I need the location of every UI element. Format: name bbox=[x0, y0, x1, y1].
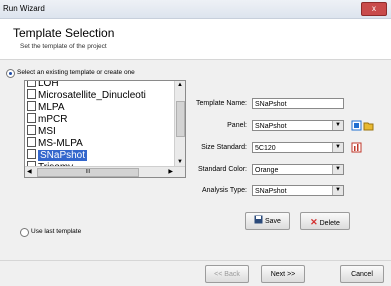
template-file-icon bbox=[27, 149, 36, 159]
back-button-label: << Back bbox=[214, 271, 240, 278]
use-last-template-label: Use last template bbox=[31, 228, 82, 235]
delete-button[interactable]: ✕ Delete bbox=[300, 212, 350, 230]
window-title: Run Wizard bbox=[3, 4, 45, 13]
standard-color-label: Standard Color: bbox=[197, 166, 247, 173]
template-name-label: Template Name: bbox=[196, 100, 247, 107]
save-button[interactable]: Save bbox=[245, 212, 290, 230]
close-button[interactable]: x bbox=[361, 2, 387, 16]
analysis-type-select[interactable]: SNaPshot ▼ bbox=[252, 185, 344, 196]
template-file-icon bbox=[27, 125, 36, 135]
template-list-hscroll[interactable]: ◀ III ▶ bbox=[25, 166, 185, 177]
template-list-item-label: MSI bbox=[38, 126, 56, 137]
analysis-type-value: SNaPshot bbox=[255, 188, 287, 195]
back-button[interactable]: << Back bbox=[205, 265, 249, 283]
chevron-down-icon[interactable]: ▼ bbox=[332, 165, 343, 174]
template-list-item[interactable]: MSI bbox=[27, 125, 56, 137]
template-name-input[interactable]: SNaPshot bbox=[252, 98, 344, 109]
template-list-item[interactable]: LOH bbox=[27, 80, 59, 89]
open-folder-icon[interactable] bbox=[363, 120, 374, 131]
template-list-item-label: SNaPshot bbox=[38, 150, 88, 161]
template-list-item[interactable]: SNaPshot bbox=[27, 149, 88, 161]
template-list-item-label: MS-MLPA bbox=[38, 138, 83, 149]
chevron-down-icon[interactable]: ▼ bbox=[332, 143, 343, 152]
template-list-item[interactable]: MLPA bbox=[27, 101, 65, 113]
save-button-label: Save bbox=[264, 218, 281, 225]
template-file-icon bbox=[27, 89, 36, 99]
scroll-up-icon[interactable]: ▲ bbox=[177, 82, 183, 88]
wizard-footer: << Back Next >> Cancel bbox=[0, 260, 391, 286]
wizard-content: Select an existing template or create on… bbox=[0, 60, 391, 260]
size-standard-value: 5C120 bbox=[255, 145, 276, 152]
standard-color-select[interactable]: Orange ▼ bbox=[252, 164, 344, 175]
template-list-item[interactable]: Microsatellite_Dinucleoti bbox=[27, 89, 146, 101]
delete-button-label: Delete bbox=[319, 220, 340, 227]
panel-label: Panel: bbox=[227, 122, 247, 129]
size-standard-chart-icon[interactable] bbox=[351, 142, 362, 153]
template-list-item[interactable]: MS-MLPA bbox=[27, 137, 83, 149]
use-last-template-radio[interactable] bbox=[20, 228, 29, 237]
template-file-icon bbox=[27, 113, 36, 123]
next-button-label: Next >> bbox=[270, 271, 296, 278]
scroll-left-icon[interactable]: ◀ bbox=[27, 168, 32, 175]
analysis-type-label: Analysis Type: bbox=[201, 187, 247, 194]
template-file-icon bbox=[27, 101, 36, 111]
chevron-down-icon[interactable]: ▼ bbox=[332, 121, 343, 130]
scroll-down-icon[interactable]: ▼ bbox=[177, 159, 183, 165]
page-subtitle: Set the template of the project bbox=[20, 43, 107, 50]
panel-select[interactable]: SNaPshot ▼ bbox=[252, 120, 344, 131]
size-standard-label: Size Standard: bbox=[201, 144, 247, 151]
title-bar: Run Wizard x bbox=[0, 0, 391, 19]
template-list-item-label: mPCR bbox=[38, 114, 68, 125]
cancel-button[interactable]: Cancel bbox=[340, 265, 384, 283]
template-file-icon bbox=[27, 81, 36, 87]
page-title: Template Selection bbox=[13, 26, 115, 40]
cancel-button-label: Cancel bbox=[351, 271, 373, 278]
template-file-icon bbox=[27, 137, 36, 147]
template-list-item[interactable]: mPCR bbox=[27, 113, 67, 125]
template-list[interactable]: LOH Microsatellite_Dinucleoti MLPA mPCR MSI M… bbox=[24, 80, 186, 178]
template-list-item-label: LOH bbox=[38, 80, 59, 89]
chevron-down-icon[interactable]: ▼ bbox=[332, 186, 343, 195]
template-list-item-label: MLPA bbox=[38, 102, 65, 113]
wizard-header: Template Selection Set the template of t… bbox=[0, 19, 391, 60]
hscroll-thumb[interactable]: III bbox=[37, 168, 139, 177]
select-existing-radio[interactable] bbox=[6, 69, 15, 78]
select-existing-label: Select an existing template or create on… bbox=[17, 69, 135, 76]
panel-edit-icon[interactable] bbox=[351, 120, 362, 131]
size-standard-select[interactable]: 5C120 ▼ bbox=[252, 142, 344, 153]
next-button[interactable]: Next >> bbox=[261, 265, 305, 283]
template-list-item-label: Microsatellite_Dinucleoti bbox=[38, 90, 146, 101]
delete-icon: ✕ bbox=[310, 217, 318, 227]
save-icon bbox=[254, 215, 263, 224]
standard-color-value: Orange bbox=[255, 167, 279, 174]
panel-value: SNaPshot bbox=[255, 123, 287, 130]
